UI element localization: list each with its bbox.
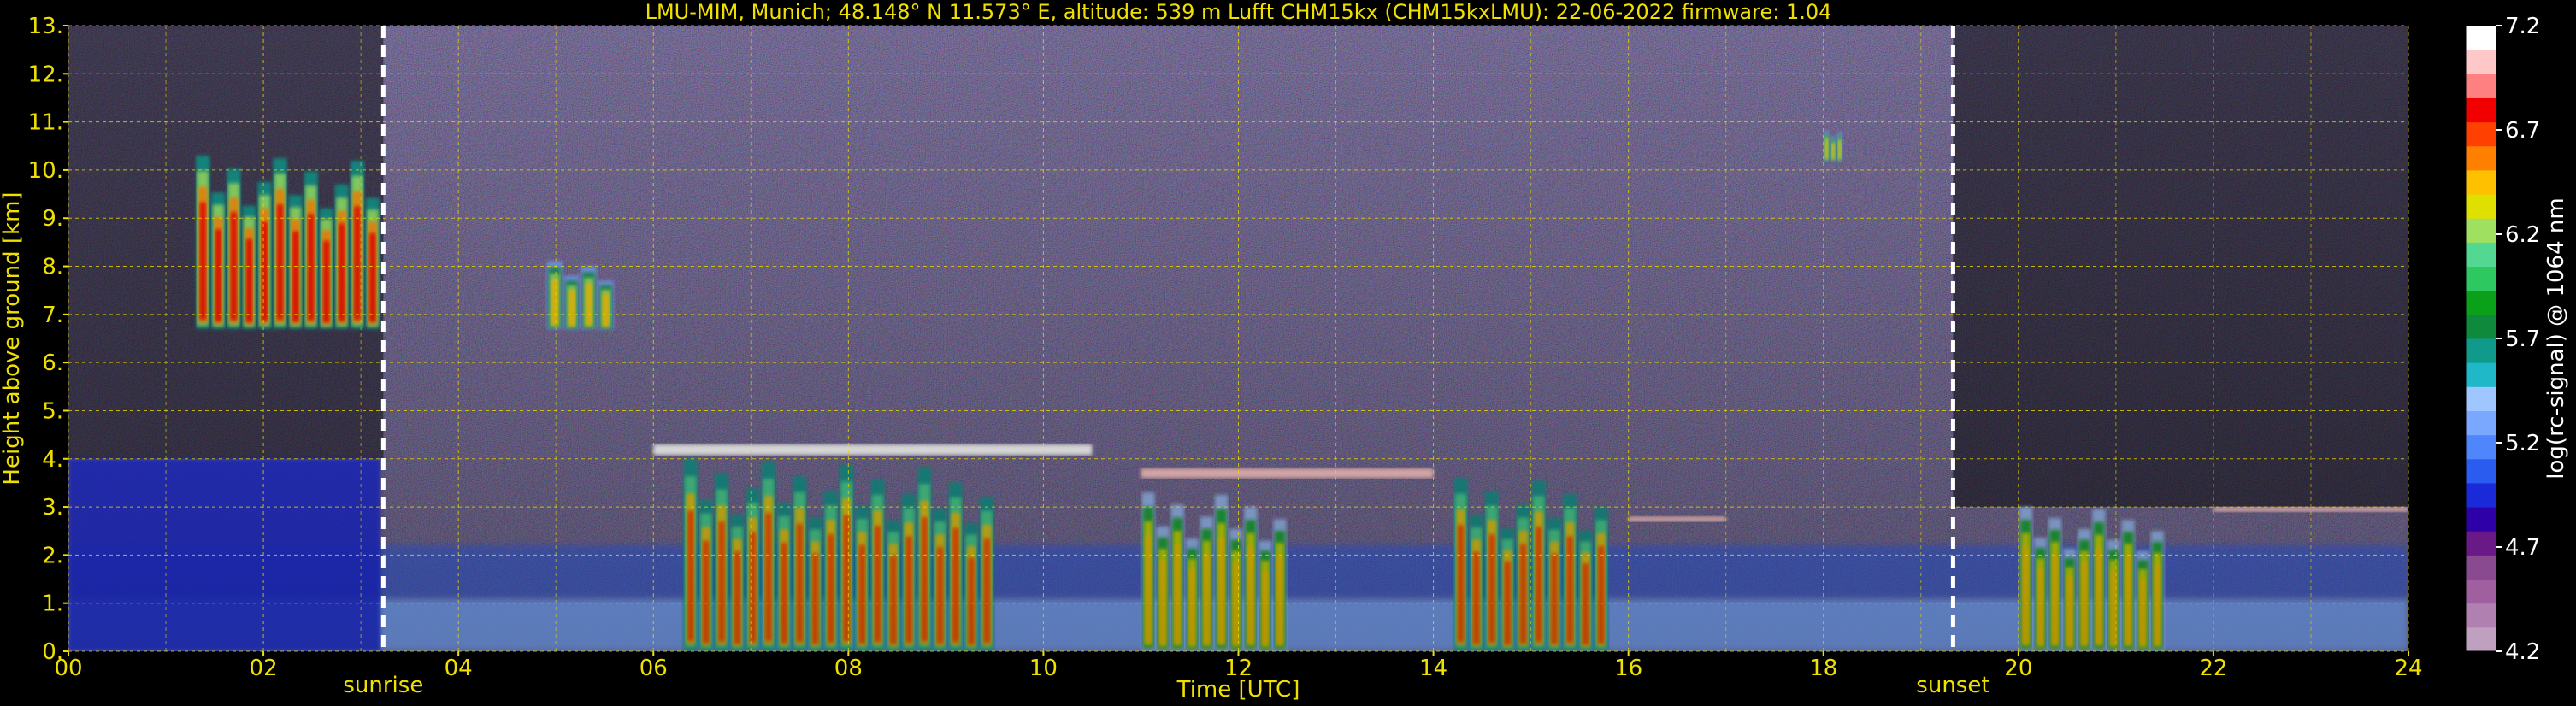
x-tick-label: 24 [2394, 656, 2422, 681]
x-tick-label: 08 [834, 656, 863, 681]
x-axis-label: Time [UTC] [1176, 677, 1300, 703]
colorbar-segment [2466, 169, 2496, 195]
colorbar-segment [2466, 603, 2496, 628]
colorbar-segment [2466, 26, 2496, 50]
y-tick-label: 13. [28, 14, 63, 39]
lidar-plot: LMU-MIM, Munich; 48.148° N 11.573° E, al… [0, 0, 2569, 703]
colorbar-segment [2466, 627, 2496, 652]
y-tick-label: 10. [28, 158, 63, 184]
colorbar-segment [2466, 194, 2496, 219]
x-tick-label: 02 [250, 656, 278, 681]
colorbar-tick-label: 4.2 [2505, 639, 2540, 665]
vertical-fade [68, 26, 2408, 651]
chart-title: LMU-MIM, Munich; 48.148° N 11.573° E, al… [645, 0, 1832, 24]
colorbar-segment [2466, 121, 2496, 147]
colorbar-tick-label: 5.7 [2505, 327, 2540, 352]
colorbar-segment [2466, 74, 2496, 98]
y-tick-label: 3. [42, 495, 63, 521]
y-axis-ticks: 0. 1. 2. 3. 4. 5. 6. 7. 8. 9. 10. 11. 12. 13. [28, 14, 68, 665]
colorbar-tick-label: 7.2 [2505, 14, 2540, 39]
x-tick-label: 20 [2004, 656, 2032, 681]
y-tick-label: 9. [42, 206, 63, 232]
y-tick-label: 12. [28, 62, 63, 87]
x-tick-label: 14 [1419, 656, 1447, 681]
heatmap-layer [68, 26, 2408, 651]
marker-label-sunrise: sunrise [343, 673, 423, 698]
y-tick-label: 1. [42, 591, 63, 617]
colorbar-tick-label: 6.7 [2505, 118, 2540, 144]
colorbar-segment [2466, 290, 2496, 315]
colorbar-tick-label: 4.7 [2505, 535, 2540, 561]
x-tick-label: 18 [1809, 656, 1837, 681]
y-tick-label: 6. [42, 350, 63, 376]
colorbar-segment [2466, 218, 2496, 243]
colorbar-segment [2466, 386, 2496, 411]
colorbar: 4.2 4.7 5.2 5.7 6.2 6.7 7.2 [2465, 14, 2540, 665]
x-tick-label: 16 [1614, 656, 1642, 681]
colorbar-segment [2466, 314, 2496, 339]
colorbar-tick-label: 5.2 [2505, 431, 2540, 456]
colorbar-segment [2466, 482, 2496, 508]
colorbar-segment [2466, 579, 2496, 604]
marker-label-sunset: sunset [1916, 673, 1989, 698]
colorbar-segment [2466, 507, 2496, 532]
colorbar-segment [2466, 50, 2496, 74]
colorbar-tick-label: 6.2 [2505, 222, 2540, 248]
colorbar-segment [2466, 338, 2496, 363]
x-tick-label: 10 [1029, 656, 1058, 681]
x-tick-label: 04 [445, 656, 473, 681]
colorbar-label: log(rc-signal) @ 1064 nm [2544, 197, 2569, 479]
y-tick-label: 5. [42, 398, 63, 424]
colorbar-segment [2466, 266, 2496, 291]
y-axis-label: Height above ground [km] [0, 191, 25, 485]
colorbar-segment [2466, 458, 2496, 484]
colorbar-segment [2466, 97, 2496, 123]
colorbar-segment [2466, 145, 2496, 171]
colorbar-segment [2466, 362, 2496, 387]
y-tick-label: 7. [42, 303, 63, 328]
y-tick-label: 2. [42, 543, 63, 568]
colorbar-segment [2466, 242, 2496, 268]
y-tick-label: 11. [28, 110, 63, 136]
x-tick-label: 06 [640, 656, 668, 681]
colorbar-segment [2466, 531, 2496, 556]
colorbar-segment [2466, 434, 2496, 460]
colorbar-segment [2466, 555, 2496, 580]
x-tick-label: 22 [2199, 656, 2227, 681]
y-tick-label: 0. [42, 639, 63, 665]
y-tick-label: 4. [42, 447, 63, 473]
colorbar-segment [2466, 410, 2496, 436]
y-tick-label: 8. [42, 255, 63, 280]
